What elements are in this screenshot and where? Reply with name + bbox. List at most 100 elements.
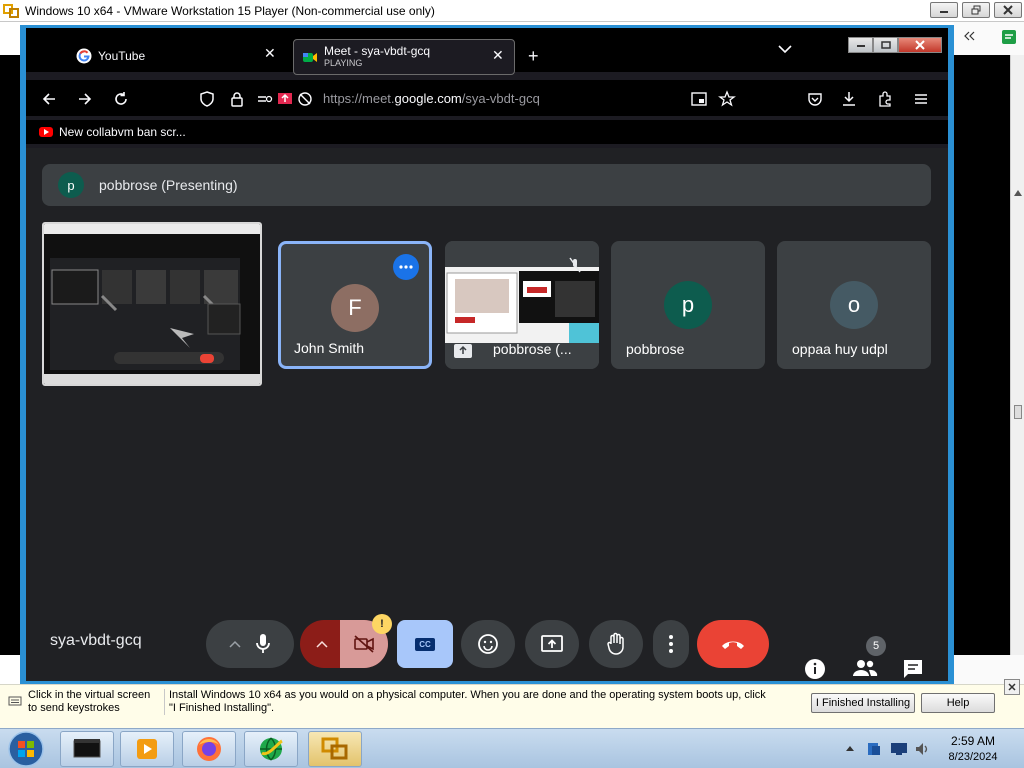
chevron-up-icon [316, 640, 328, 648]
participant-tile[interactable]: F John Smith [278, 241, 432, 369]
close-icon [1003, 5, 1013, 15]
help-button[interactable]: Help [921, 693, 995, 713]
vmware-close-button[interactable] [994, 2, 1022, 18]
participant-tile[interactable]: p pobbrose [611, 241, 765, 369]
taskbar-internet-explorer[interactable] [244, 731, 298, 767]
extensions-icon[interactable] [876, 90, 894, 108]
start-button[interactable] [4, 730, 48, 768]
url-domain: google.com [394, 91, 462, 106]
mic-icon [256, 634, 270, 653]
lock-icon[interactable] [228, 90, 246, 108]
close-tab-icon[interactable]: ✕ [264, 46, 276, 60]
taskbar-media-player[interactable] [120, 731, 174, 767]
tab-strip: YouTube ✕ Meet - sya-vbdt-gcq PLAYING ✕ … [26, 28, 948, 75]
present-screen-icon [541, 635, 563, 652]
bookmark-item[interactable]: New collabvm ban scr... [59, 125, 186, 139]
menu-icon[interactable] [912, 90, 930, 108]
participant-tile[interactable]: pobbrose (... [445, 241, 599, 369]
participant-tile[interactable]: o oppaa huy udpl [777, 241, 931, 369]
picture-in-picture-icon[interactable] [690, 90, 708, 108]
scroll-thumb[interactable] [1014, 405, 1022, 419]
guest-maximize-button[interactable] [873, 37, 898, 53]
keystroke-hint: Click in the virtual screen to send keys… [28, 689, 151, 714]
captions-button[interactable]: CC [397, 620, 453, 668]
emoji-icon [478, 634, 498, 654]
chevron-down-icon[interactable] [778, 44, 792, 54]
scroll-up-icon [1014, 190, 1022, 196]
bookmark-star-icon[interactable] [718, 90, 736, 108]
screen-share-indicator-icon[interactable] [276, 90, 294, 108]
clock-date: 8/23/2024 [948, 751, 998, 763]
close-tab-icon[interactable]: ✕ [492, 48, 504, 62]
hand-icon [607, 632, 624, 655]
screen-preview-image [44, 224, 260, 384]
host-scrollbar[interactable] [1010, 55, 1024, 655]
captions-icon: CC [415, 637, 435, 651]
tray-expand-icon[interactable] [846, 745, 854, 751]
media-player-icon [137, 739, 157, 759]
camera-blocked-icon[interactable] [296, 90, 314, 108]
guest-window-frame: YouTube ✕ Meet - sya-vbdt-gcq PLAYING ✕ … [20, 25, 954, 687]
tab-youtube-label: YouTube [98, 49, 146, 63]
raise-hand-button[interactable] [589, 620, 643, 668]
taskbar-clock[interactable]: 2:59 AM 8/23/2024 [938, 733, 1008, 765]
taskbar-terminal[interactable] [60, 731, 114, 767]
mic-off-icon [569, 257, 581, 273]
avatar: p [58, 172, 84, 198]
close-icon [915, 40, 925, 50]
more-options-button[interactable] [653, 620, 689, 668]
firefox-icon [197, 737, 221, 761]
close-icon [1008, 683, 1016, 691]
guest-minimize-button[interactable] [848, 37, 873, 53]
people-button[interactable]: 5 [850, 636, 886, 680]
taskbar-vmware[interactable] [308, 731, 362, 767]
more-vert-icon [669, 635, 673, 653]
avatar: o [830, 281, 878, 329]
host-right-dark-area [954, 55, 1010, 655]
reactions-button[interactable] [461, 620, 515, 668]
present-button[interactable] [525, 620, 579, 668]
meeting-info-icon[interactable] [804, 658, 826, 680]
vmware-minimize-button[interactable] [930, 2, 958, 18]
guest-close-button[interactable] [898, 37, 942, 53]
permissions-icon[interactable] [256, 90, 274, 108]
forward-icon[interactable] [76, 90, 94, 108]
downloads-icon[interactable] [840, 90, 858, 108]
vmware-restore-button[interactable] [962, 2, 990, 18]
self-view-tile[interactable] [42, 222, 262, 386]
tray-volume-icon[interactable] [914, 741, 932, 757]
new-tab-icon[interactable]: + [528, 46, 539, 67]
mic-button[interactable] [206, 620, 294, 668]
tab-youtube[interactable]: YouTube ✕ [76, 38, 286, 74]
tray-network-icon[interactable] [890, 741, 908, 757]
pocket-icon[interactable] [806, 90, 824, 108]
bookmarks-toolbar: New collabvm ban scr... [26, 120, 948, 144]
present-icon [454, 344, 472, 358]
reload-icon[interactable] [112, 90, 130, 108]
participant-name: pobbrose [626, 341, 685, 357]
back-icon[interactable] [40, 90, 58, 108]
keyboard-icon [8, 696, 22, 706]
restore-icon [971, 5, 981, 15]
participant-name: pobbrose (... [493, 341, 572, 357]
tab-meet-label: Meet - sya-vbdt-gcq [324, 44, 431, 58]
more-options-icon[interactable] [393, 254, 419, 280]
presenting-label: pobbrose (Presenting) [99, 177, 238, 193]
finished-installing-button[interactable]: I Finished Installing [811, 693, 915, 713]
chat-icon[interactable] [902, 658, 924, 680]
tray-vm-icon[interactable] [866, 741, 882, 757]
url-path: /sya-vbdt-gcq [461, 91, 540, 106]
end-call-button[interactable] [697, 620, 769, 668]
url-bar[interactable]: https://meet.google.com/sya-vbdt-gcq [323, 91, 540, 106]
notes-icon[interactable] [1000, 28, 1018, 46]
taskbar-firefox[interactable] [182, 731, 236, 767]
collapse-icon [964, 31, 975, 41]
camera-button[interactable]: ! [300, 614, 392, 668]
shield-icon[interactable] [198, 90, 216, 108]
tab-meet[interactable]: Meet - sya-vbdt-gcq PLAYING ✕ [293, 39, 515, 75]
dismiss-message-button[interactable] [1004, 679, 1020, 695]
vmware-window-title: Windows 10 x64 - VMware Workstation 15 P… [25, 3, 435, 18]
meet-icon [303, 53, 317, 62]
minimize-icon [940, 11, 948, 13]
clock-time: 2:59 AM [950, 734, 996, 748]
